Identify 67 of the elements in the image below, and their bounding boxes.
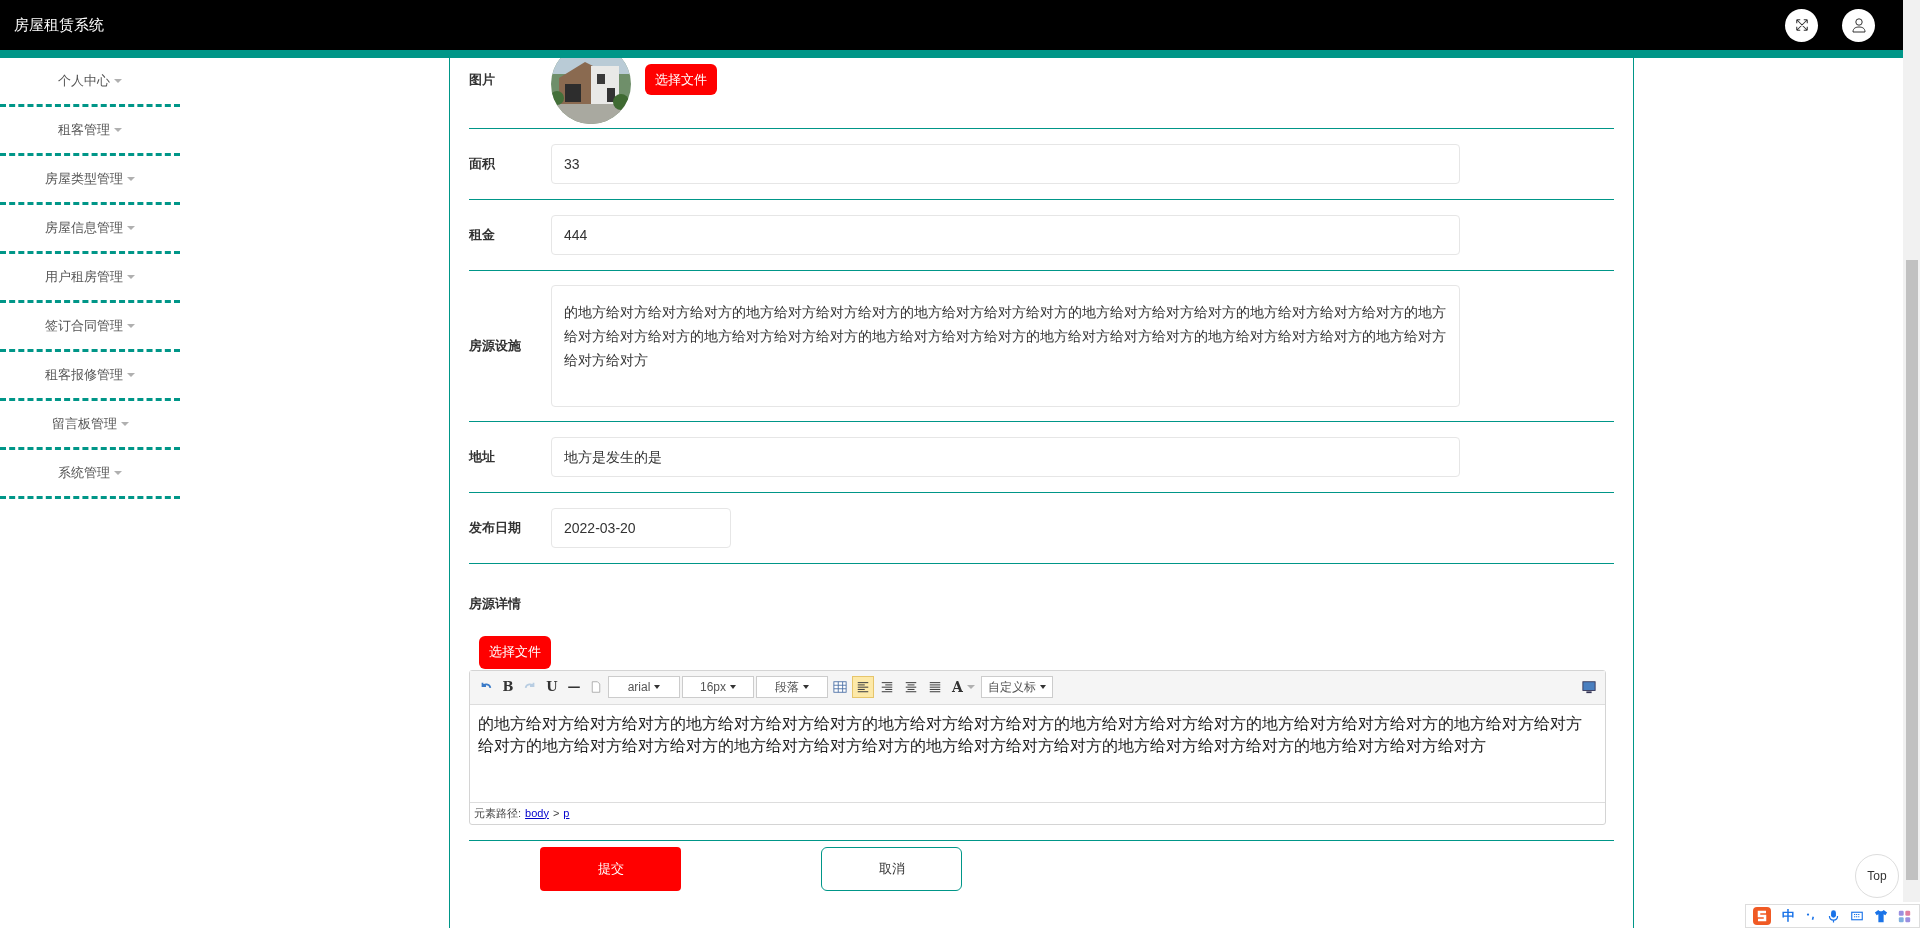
choose-file-button[interactable]: 选择文件	[645, 64, 717, 95]
ime-mode[interactable]: 中	[1782, 906, 1795, 926]
align-icon	[904, 680, 918, 694]
caret-icon	[127, 373, 135, 377]
path-link[interactable]: p	[563, 804, 570, 822]
caret-icon	[114, 471, 122, 475]
path-link[interactable]: body	[525, 804, 549, 822]
caret-icon	[114, 79, 122, 83]
caret-icon	[127, 324, 135, 328]
font-color-button[interactable]: A	[948, 676, 979, 698]
choose-file-button[interactable]: 选择文件	[479, 635, 551, 669]
sidebar-item[interactable]: 用户租房管理	[0, 254, 180, 303]
toolbar-select[interactable]: 自定义标	[980, 676, 1053, 698]
expand-icon	[1794, 18, 1809, 32]
caret-icon	[127, 275, 135, 279]
align-button[interactable]	[852, 676, 874, 698]
caret-icon	[127, 226, 135, 230]
field-label: 房源设施	[469, 337, 522, 356]
toolbar-button[interactable]: B	[498, 676, 518, 698]
toolbar-button[interactable]: U	[542, 676, 562, 698]
shirt-icon[interactable]	[1874, 909, 1888, 923]
sidebar-item[interactable]: 租客管理	[0, 107, 180, 156]
back-to-top-button[interactable]: Top	[1855, 854, 1899, 898]
apps-icon[interactable]	[1898, 909, 1911, 923]
cancel-button[interactable]: 取消	[821, 847, 962, 891]
caret-icon	[120, 422, 129, 426]
sidebar-item[interactable]: 房屋类型管理	[0, 156, 180, 205]
toolbar-button[interactable]: —	[564, 676, 584, 698]
caret-icon	[114, 128, 122, 132]
sidebar-item[interactable]: 房屋信息管理	[0, 205, 180, 254]
textarea-field[interactable]: 的地方给对方给对方给对方的地方给对方给对方给对方的地方给对方给对方给对方的地方给对方给对方给对方的地方给对方给对方给对方的地方给对方给对方给对方的地方给对方给对方给对方的地方给对方给对方给对方的地方给对方给对方给对方的地方给对方给对方给对方的地方给对方给对方给对方	[551, 285, 1460, 407]
submit-button[interactable]: 提交	[540, 847, 681, 891]
text-field[interactable]: 地方是发生的是	[551, 437, 1460, 477]
sidebar-item[interactable]: 租客报修管理	[0, 352, 180, 401]
toolbar-select[interactable]: 16px	[682, 676, 754, 698]
path-separator: >	[552, 805, 560, 821]
fullscreen-button[interactable]	[1785, 8, 1818, 42]
align-icon	[856, 680, 870, 694]
text-field[interactable]: 444	[551, 215, 1460, 255]
user-icon	[1850, 17, 1867, 33]
sidebar-item[interactable]: 留言板管理	[0, 401, 180, 450]
sidebar-item[interactable]: 签订合同管理	[0, 303, 180, 352]
field-label: 地址	[469, 448, 496, 467]
field-label: 租金	[469, 226, 496, 245]
toolbar-select[interactable]: arial	[608, 676, 680, 698]
field-label: 发布日期	[469, 519, 522, 538]
caret-icon	[966, 685, 975, 689]
align-icon	[880, 680, 894, 694]
table-icon	[833, 680, 847, 694]
editor-content[interactable]: 的地方给对方给对方给对方的地方给对方给对方给对方的地方给对方给对方给对方的地方给对方给对方给对方的地方给对方给对方给对方的地方给对方给对方给对方的地方给对方给对方给对方的地方给对方给对方给对方的地方给对方给对方给对方的地方给对方给对方给对方的地方给对方给对方给对方	[470, 704, 1605, 802]
align-icon	[928, 680, 942, 694]
page-icon	[590, 680, 602, 694]
text-field[interactable]: 33	[551, 144, 1460, 184]
field-label: 房源详情	[469, 595, 522, 613]
keyboard-icon[interactable]	[1850, 910, 1864, 922]
monitor-icon	[1582, 680, 1596, 694]
element-path-label: 元素路径:	[474, 805, 522, 821]
toolbar-select[interactable]: 段落	[756, 676, 828, 698]
field-label: 图片	[469, 71, 496, 89]
sidebar-item[interactable]: 个人中心	[0, 58, 180, 107]
app-title: 房屋租赁系统	[14, 14, 104, 35]
user-button[interactable]	[1842, 8, 1875, 42]
date-field[interactable]: 2022-03-20	[551, 508, 731, 548]
field-label: 面积	[469, 155, 496, 174]
microphone-icon[interactable]	[1827, 909, 1840, 923]
sidebar-item[interactable]: 系统管理	[0, 450, 180, 499]
caret-icon	[127, 177, 135, 181]
